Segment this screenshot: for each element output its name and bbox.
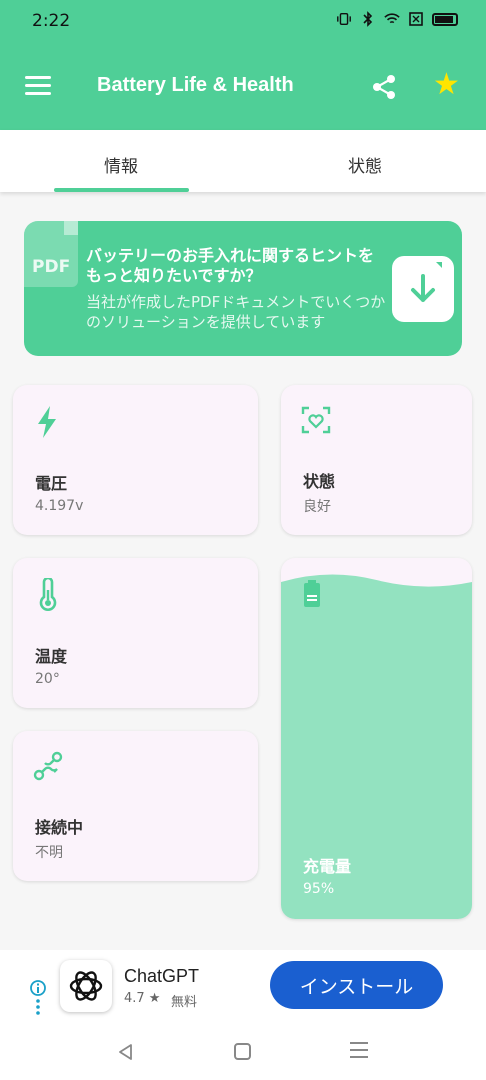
state-label: 状態 [303,472,336,491]
ad-app-name[interactable]: ChatGPT [124,966,199,987]
ad-info-icon[interactable] [30,980,46,1016]
sim-icon [408,11,424,27]
ad-banner: ChatGPT 4.7 ★ 無料 インストール [0,950,486,1030]
back-icon[interactable] [116,1042,136,1062]
voltage-label: 電圧 [35,474,68,493]
connection-card[interactable]: 接続中 不明 [13,731,258,881]
install-button[interactable]: インストール [270,961,443,1009]
charge-label: 充電量 [303,857,352,876]
status-time: 2:22 [32,11,71,31]
connection-label: 接続中 [35,818,84,837]
status-bar: 2:22 [0,0,486,42]
recents-icon[interactable] [350,1042,368,1060]
tab-info[interactable]: 情報 [104,152,138,177]
connection-value: 不明 [35,845,63,861]
hamburger-icon[interactable] [25,76,51,96]
temperature-card[interactable]: 温度 20° [13,558,258,708]
tab-status[interactable]: 状態 [348,152,382,177]
share-icon[interactable] [370,73,398,101]
charge-value: 95% [303,881,335,897]
tab-indicator [54,188,189,192]
thermometer-icon [33,576,63,612]
pdf-file-icon [24,221,78,287]
star-icon[interactable]: ★ [433,70,463,100]
vibrate-icon [336,11,352,27]
app-title: Battery Life & Health [97,74,294,96]
voltage-value: 4.197v [35,498,84,514]
tab-bar: 情報 状態 [0,130,486,192]
download-icon[interactable] [392,256,454,322]
wifi-icon [384,11,400,27]
battery-icon [432,12,458,26]
banner-title: バッテリーのお手入れに関するヒントをもっと知りたいですか？ [86,246,375,285]
ad-rating: 4.7 ★ [124,991,161,1006]
status-icons [336,11,458,27]
pdf-label: PDF [32,257,71,277]
banner-description: 当社が作成したPDFドキュメントでいくつかのソリューションを提供しています [86,293,386,331]
state-value: 良好 [303,499,331,515]
bluetooth-icon [360,11,376,27]
temperature-value: 20° [35,671,60,687]
state-card[interactable]: 状態 良好 [281,385,472,535]
pdf-tips-banner[interactable]: PDF バッテリーのお手入れに関するヒントをもっと知りたいですか？ 当社が作成し… [24,221,462,356]
ad-price: 無料 [171,995,198,1010]
top-app-area: 2:22 Battery Life & Health ★ [0,0,486,130]
battery-level-icon [303,580,321,608]
app-bar: Battery Life & Health ★ [0,58,486,114]
connection-icon [33,751,63,785]
chatgpt-logo-icon[interactable] [60,960,112,1012]
bolt-icon [33,405,63,439]
voltage-card[interactable]: 電圧 4.197v [13,385,258,535]
home-icon[interactable] [234,1043,251,1060]
temperature-label: 温度 [35,647,68,666]
charge-level-card[interactable]: 充電量 95% [281,558,472,919]
system-nav-bar [0,1030,486,1080]
heart-scan-icon [301,405,331,439]
